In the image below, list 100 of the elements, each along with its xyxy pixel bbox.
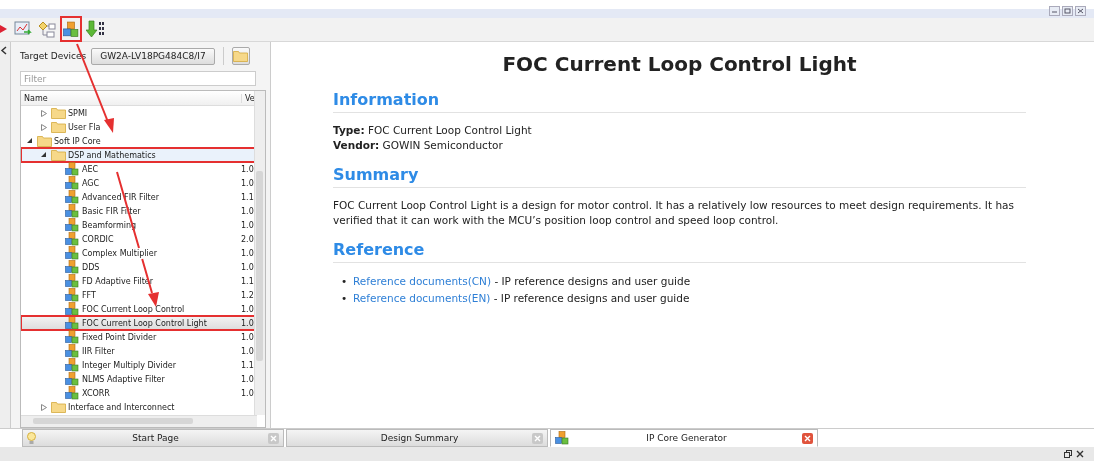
folder-icon: [51, 149, 66, 162]
cubes-icon: [65, 176, 79, 191]
tree-row[interactable]: CORDIC 2.0: [21, 232, 255, 247]
tree-row[interactable]: FFT 1.2: [21, 288, 255, 303]
tab[interactable]: Start Page: [22, 429, 284, 448]
tree-row[interactable]: AEC 1.0: [21, 162, 255, 177]
tree-row[interactable]: Interface and Interconnect: [21, 400, 255, 415]
tree-row[interactable]: FOC Current Loop Control Light 1.0: [21, 316, 255, 331]
version-text: 1.0: [241, 262, 255, 272]
chart-icon[interactable]: [14, 21, 32, 38]
tree-row[interactable]: XCORR 1.0: [21, 386, 255, 401]
tree-row[interactable]: DDS 1.0: [21, 260, 255, 275]
item-label: Fixed Point Divider: [82, 332, 158, 342]
flowchart-icon[interactable]: [38, 20, 56, 38]
item-label: SPMI: [68, 108, 89, 118]
cubes-icon: [65, 386, 79, 401]
reference-item: Reference documents(CN) - IP reference designs and user guide: [353, 275, 691, 288]
version-text: 1.0: [241, 220, 255, 230]
version-text: 2.0: [241, 234, 255, 244]
reference-link[interactable]: Reference documents(EN): [353, 292, 491, 305]
tree-row[interactable]: Fixed Point Divider 1.0: [21, 330, 255, 345]
item-label: AGC: [82, 178, 101, 188]
cubes-icon: [65, 330, 79, 345]
item-label: Soft IP Core: [54, 136, 102, 146]
tree-row[interactable]: NLMS Adaptive Filter 1.0: [21, 372, 255, 387]
cubes-icon: [65, 232, 79, 247]
item-label: Complex Multiplier: [82, 248, 158, 258]
version-text: 1.0: [241, 388, 255, 398]
horizontal-scrollbar[interactable]: [21, 415, 257, 428]
section-heading: Summary: [333, 165, 1026, 189]
version-text: 1.0: [241, 206, 255, 216]
expanded-icon[interactable]: [27, 138, 33, 145]
item-label: Integer Multiply Divider: [82, 360, 178, 370]
cubes-icon: [65, 246, 79, 261]
item-label: FFT: [82, 290, 97, 300]
tree-row[interactable]: Soft IP Core: [21, 134, 255, 149]
item-label: FOC Current Loop Control: [82, 304, 186, 314]
cubes-icon: [555, 431, 569, 446]
item-label: DSP and Mathematics: [68, 150, 157, 160]
tree-row[interactable]: Complex Multiplier 1.0: [21, 246, 255, 261]
item-label: NLMS Adaptive Filter: [82, 374, 166, 384]
folder-icon: [51, 121, 66, 134]
page-title: FOC Current Loop Control Light: [501, 52, 858, 77]
close-icon[interactable]: [1075, 6, 1086, 16]
field-text: Vendor: GOWIN Semiconductor: [333, 139, 503, 152]
tree-row[interactable]: Integer Multiply Divider 1.1: [21, 358, 255, 373]
folder-icon: [233, 50, 249, 63]
section-heading: Reference: [333, 240, 1026, 264]
lightbulb-icon: [27, 431, 36, 445]
item-label: XCORR: [82, 388, 111, 398]
cubes-icon: [65, 190, 79, 205]
column-header[interactable]: Ve: [242, 93, 255, 103]
device-button[interactable]: GW2A-LV18PG484C8/I7: [91, 47, 215, 65]
summary-text: FOC Current Loop Control Light is a design for motor control. It has a relatively low resources to meet design requirements. It has verified that it can work with the MCU’s position loop control and speed loop control.: [333, 198, 1015, 229]
tree-row[interactable]: FOC Current Loop Control 1.0: [21, 302, 255, 317]
version-text: 1.0: [241, 248, 255, 258]
item-label: User Fla: [68, 122, 102, 132]
cubes-icon: [65, 260, 79, 275]
cubes-icon: [65, 274, 79, 289]
reference-item: Reference documents(EN) - IP reference designs and user guide: [353, 292, 690, 305]
cubes-icon: [65, 162, 79, 177]
item-label: AEC: [82, 164, 100, 174]
cubes-icon: [65, 302, 79, 317]
reference-link[interactable]: Reference documents(CN): [353, 275, 492, 288]
cubes-icon: [65, 218, 79, 233]
vertical-scrollbar[interactable]: [254, 91, 265, 416]
tab[interactable]: Design Summary: [286, 429, 548, 448]
version-text: 1.0: [241, 164, 255, 174]
cubes-icon: [65, 358, 79, 373]
version-text: 1.1: [241, 276, 255, 286]
version-text: 1.0: [241, 304, 255, 314]
cubes-icon: [65, 288, 79, 303]
item-label: IIR Filter: [82, 346, 116, 356]
collapse-icon[interactable]: [0, 46, 8, 56]
version-text: 1.1: [241, 192, 255, 202]
tree-view[interactable]: [20, 90, 266, 429]
tree-row[interactable]: SPMI: [21, 106, 255, 121]
tree-row[interactable]: AGC 1.0: [21, 176, 255, 191]
tree-row[interactable]: DSP and Mathematics: [21, 148, 255, 163]
maximize-icon[interactable]: [1062, 6, 1073, 16]
restore-icon[interactable]: [1064, 450, 1072, 459]
download-icon[interactable]: [86, 20, 106, 39]
tree-row[interactable]: IIR Filter 1.0: [21, 344, 255, 359]
cubes-icon: [65, 372, 79, 387]
cubes-icon: [65, 316, 79, 331]
expanded-icon[interactable]: [41, 152, 47, 159]
bullet: •: [341, 291, 349, 307]
version-text: 1.1: [241, 360, 255, 370]
item-label: CORDIC: [82, 234, 115, 244]
folder-button[interactable]: [231, 47, 250, 66]
cubes-icon: [65, 344, 79, 359]
filter-field[interactable]: Filter: [20, 71, 256, 87]
close-icon[interactable]: [1076, 450, 1084, 459]
cubes-icon: [63, 20, 79, 38]
tab[interactable]: IP Core Generator: [550, 429, 818, 448]
item-label: DDS: [82, 262, 101, 272]
collapsed-icon[interactable]: [41, 403, 47, 411]
field-text: Type: FOC Current Loop Control Light: [333, 124, 532, 137]
tree-row[interactable]: User Fla: [21, 120, 255, 135]
minimize-icon[interactable]: [1049, 6, 1060, 16]
